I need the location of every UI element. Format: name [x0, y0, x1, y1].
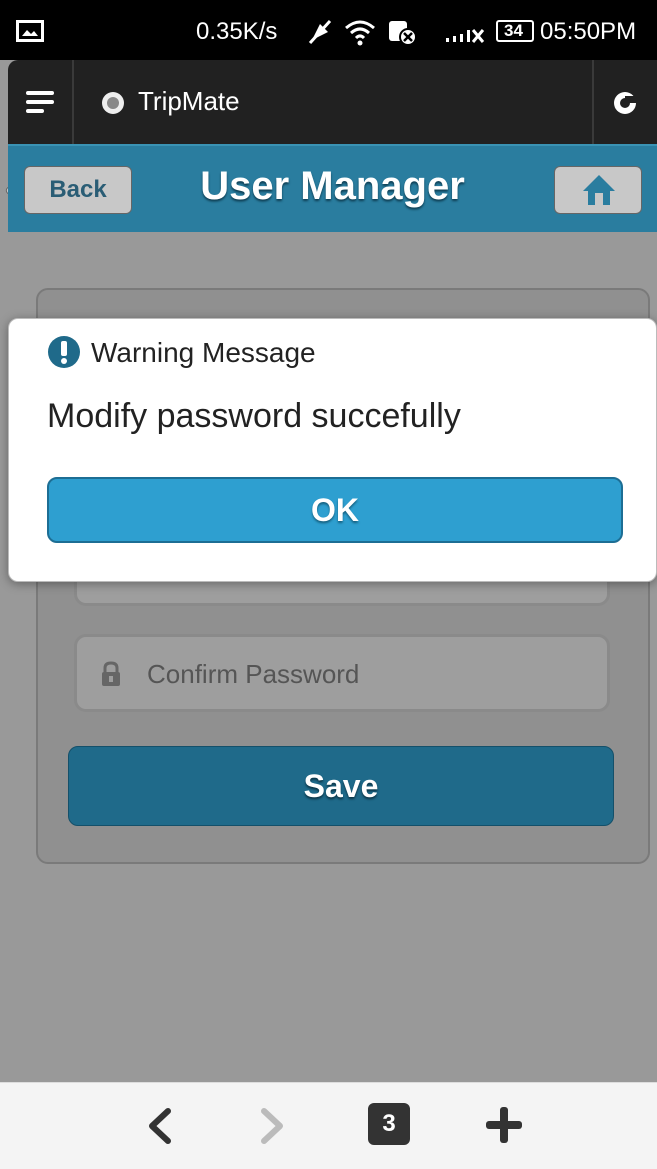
- lock-icon: [102, 661, 120, 686]
- clock: 05:50PM: [540, 18, 637, 45]
- tabs-icon[interactable]: 3: [368, 1103, 410, 1145]
- confirm-password-placeholder: Confirm Password: [147, 659, 360, 689]
- image-icon: [16, 20, 44, 42]
- ok-button[interactable]: OK: [47, 477, 623, 543]
- battery-level: 34: [504, 21, 523, 40]
- mute-icon: [308, 19, 332, 45]
- dialog-message: Modify password succefully: [47, 397, 461, 435]
- home-button[interactable]: [554, 166, 642, 214]
- network-speed: 0.35K/s: [196, 18, 278, 45]
- confirm-password-field[interactable]: Confirm Password: [74, 634, 610, 712]
- battery-icon: 34: [496, 20, 534, 42]
- app-bar-divider: [592, 60, 594, 144]
- page-header: Back User Manager: [8, 144, 657, 234]
- home-icon: [583, 175, 615, 205]
- back-arrow-icon[interactable]: [146, 1107, 174, 1145]
- refresh-icon[interactable]: [612, 90, 638, 116]
- browser-bottom-bar: 3: [0, 1082, 657, 1169]
- menu-icon[interactable]: [26, 90, 54, 114]
- app-bar: TripMate: [8, 60, 657, 144]
- notification-icon: [389, 21, 417, 46]
- app-title: TripMate: [138, 86, 240, 116]
- dialog-title: Warning Message: [91, 337, 316, 368]
- warning-dialog: Warning Message Modify password succeful…: [8, 318, 657, 582]
- forward-arrow-icon[interactable]: [258, 1107, 286, 1145]
- wifi-icon: [345, 20, 375, 46]
- tab-count: 3: [382, 1110, 396, 1137]
- warning-icon: [48, 336, 80, 368]
- status-bar: 0.35K/s 34 05:50PM: [0, 0, 657, 60]
- signal-icon: [446, 29, 485, 43]
- new-tab-icon[interactable]: [484, 1105, 524, 1145]
- save-button[interactable]: Save: [68, 746, 614, 826]
- app-logo-icon: [102, 92, 124, 114]
- app-bar-divider: [72, 60, 74, 144]
